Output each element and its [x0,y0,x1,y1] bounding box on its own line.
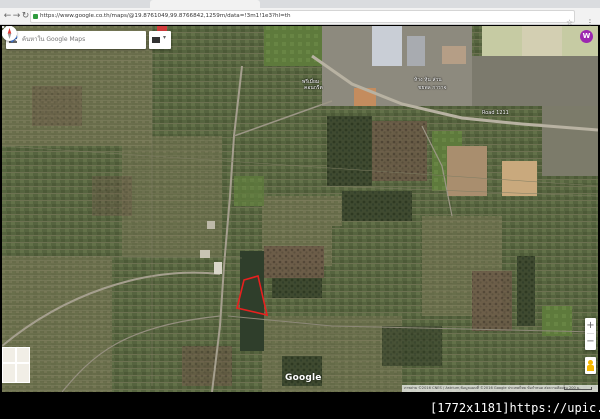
address-bar[interactable]: https://www.google.co.th/maps/@19.876104… [30,10,575,23]
zoom-in-button[interactable]: + [585,318,596,333]
search-input[interactable] [22,32,112,47]
google-logo: Google [285,373,322,383]
satellite-imagery [2,26,598,392]
zoom-out-button[interactable]: − [585,334,596,349]
place-label[interactable]: ห้าง หุ้น ส่วน [414,76,442,84]
place-label[interactable]: คอนกรีต [304,84,323,92]
road-label[interactable]: Road 1211 [482,110,509,116]
lock-icon [33,14,38,19]
browser-tab-strip [0,0,600,8]
layers-button[interactable]: ▾ [149,31,171,49]
place-label[interactable]: ชยพล การาจ [418,84,447,92]
satellite-map[interactable]: พรีเมี่ยม คอนกรีต ห้าง หุ้น ส่วน ชยพล กา… [2,26,598,392]
browser-toolbar: ← → ↻ https://www.google.co.th/maps/@19.… [0,8,600,27]
browser-tab[interactable] [150,0,260,8]
compass-icon[interactable] [2,26,17,41]
layers-icon [152,37,160,43]
search-box [6,31,146,49]
screenshot-frame: ← → ↻ https://www.google.co.th/maps/@19.… [0,0,600,419]
watermark-text: [1772x1181]https://upic.me/ [430,401,600,415]
zoom-control: + − [585,318,596,350]
chevron-down-icon: ▾ [163,34,167,41]
url-text: https://www.google.co.th/maps/@19.876104… [40,13,291,19]
pegman-icon[interactable] [585,357,596,374]
account-avatar[interactable]: W [580,30,593,43]
map-type-thumbnail[interactable] [2,347,30,383]
scale-bar[interactable] [564,387,592,390]
